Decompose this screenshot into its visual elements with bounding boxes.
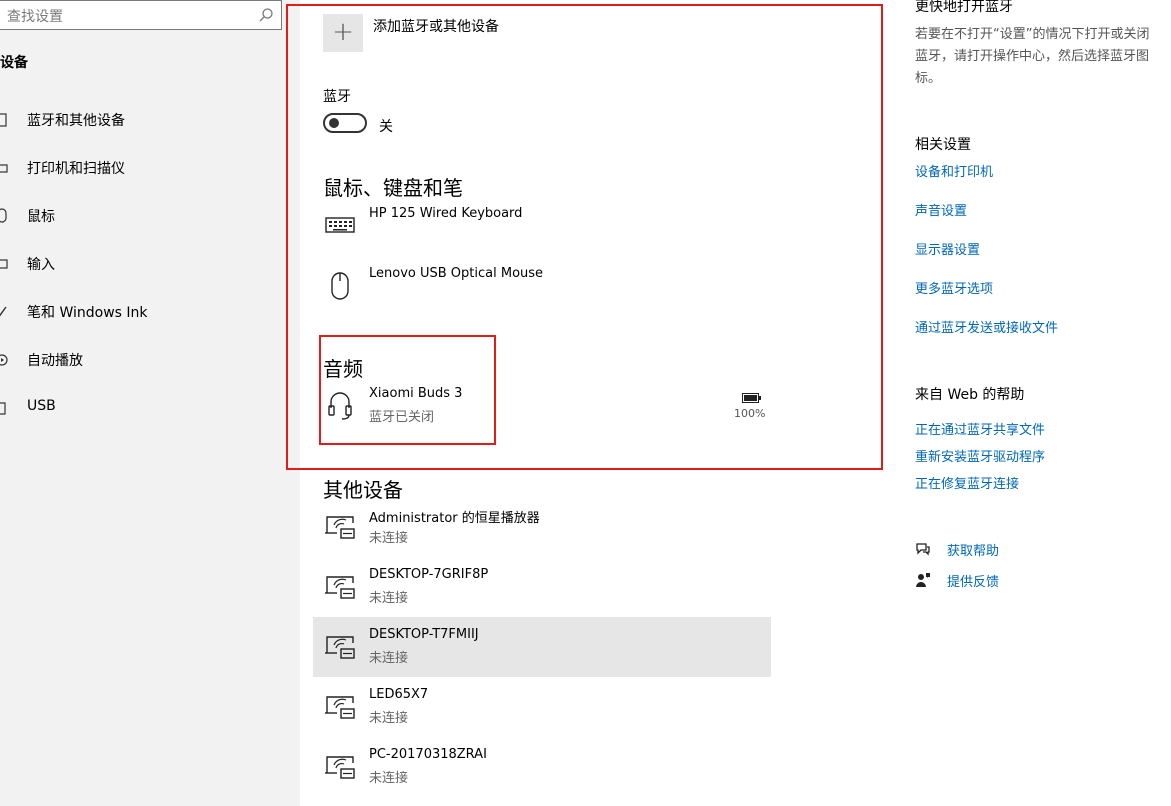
sidebar-item-autoplay[interactable]: 自动播放 <box>0 340 300 380</box>
device-status: 蓝牙已关闭 <box>369 410 435 425</box>
mouse-icon <box>0 208 7 223</box>
media-device-icon <box>324 696 355 719</box>
sidebar-item-label: USB <box>27 398 56 414</box>
device-status: 未连接 <box>369 591 409 606</box>
autoplay-icon <box>0 354 8 366</box>
battery-percent: 100% <box>734 407 766 420</box>
bluetooth-label: 蓝牙 <box>323 89 351 105</box>
device-item[interactable]: Lenovo USB Optical Mouse <box>313 256 771 316</box>
device-item-xiaomi-buds[interactable]: Xiaomi Buds 3 蓝牙已关闭 <box>313 376 771 436</box>
sidebar-item-label: 蓝牙和其他设备 <box>27 113 125 129</box>
device-name: PC-20170318ZRAI <box>369 747 487 762</box>
sidebar-item-label: 自动播放 <box>27 353 83 369</box>
headset-icon <box>328 392 352 420</box>
link-display-settings[interactable]: 显示器设置 <box>915 239 980 258</box>
pen-icon <box>0 306 7 317</box>
battery-icon <box>742 393 761 403</box>
printer-icon <box>0 164 8 173</box>
feedback-icon <box>916 573 930 587</box>
add-device-label[interactable]: 添加蓝牙或其他设备 <box>373 16 499 36</box>
device-item[interactable]: PC-20170318ZRAI 未连接 <box>313 737 771 797</box>
sidebar-item-label: 鼠标 <box>27 209 55 225</box>
help-chat-icon <box>916 543 930 556</box>
device-item[interactable]: HP 125 Wired Keyboard <box>313 196 771 256</box>
link-more-bluetooth[interactable]: 更多蓝牙选项 <box>915 278 993 297</box>
device-name: Administrator 的恒星播放器 <box>369 511 540 526</box>
link-reinstall-driver[interactable]: 重新安装蓝牙驱动程序 <box>915 446 1045 465</box>
search-input[interactable]: 查找设置 <box>7 6 63 26</box>
device-status: 未连接 <box>369 531 409 546</box>
media-device-icon <box>324 756 355 779</box>
link-sharing-files[interactable]: 正在通过蓝牙共享文件 <box>915 419 1045 438</box>
link-send-receive-files[interactable]: 通过蓝牙发送或接收文件 <box>915 317 1058 336</box>
quick-description: 若要在不打开“设置”的情况下打开或关闭蓝牙，请打开操作中心，然后选择蓝牙图标。 <box>915 27 1150 86</box>
get-help-label[interactable]: 获取帮助 <box>947 540 999 559</box>
media-device-icon <box>324 516 355 539</box>
media-device-icon <box>324 576 355 599</box>
sidebar-item-input[interactable]: 输入 <box>0 244 300 284</box>
sidebar-item-label: 输入 <box>27 257 55 273</box>
search-box[interactable]: 查找设置 <box>0 0 282 30</box>
bluetooth-state: 关 <box>379 119 393 135</box>
keyboard-icon <box>0 259 8 269</box>
web-help-heading: 来自 Web 的帮助 <box>915 387 1025 403</box>
sidebar-item-bluetooth[interactable]: 蓝牙和其他设备 <box>0 100 300 140</box>
device-name: Lenovo USB Optical Mouse <box>369 266 544 281</box>
link-fix-connection[interactable]: 正在修复蓝牙连接 <box>915 473 1019 492</box>
device-name: HP 125 Wired Keyboard <box>369 206 523 221</box>
sidebar: 查找设置 设备 蓝牙和其他设备 打印机和扫描仪 鼠标 输入 笔和 Windows… <box>0 0 300 806</box>
link-sound-settings[interactable]: 声音设置 <box>915 200 967 219</box>
device-status: 未连接 <box>369 651 409 666</box>
search-icon[interactable] <box>258 7 274 23</box>
sidebar-item-printers[interactable]: 打印机和扫描仪 <box>0 148 300 188</box>
mouse-icon <box>331 272 349 300</box>
usb-icon <box>0 402 6 415</box>
keyboard-icon <box>325 217 355 233</box>
device-name: Xiaomi Buds 3 <box>369 386 463 401</box>
right-panel: 更快地打开蓝牙 若要在不打开“设置”的情况下打开或关闭蓝牙，请打开操作中心，然后… <box>915 0 1171 806</box>
device-item-selected[interactable]: DESKTOP-T7FMIIJ 未连接 <box>313 617 771 677</box>
device-name: DESKTOP-7GRIF8P <box>369 567 489 582</box>
related-heading: 相关设置 <box>915 137 971 153</box>
sidebar-item-pen[interactable]: 笔和 Windows Ink <box>0 292 300 332</box>
device-name: LED65X7 <box>369 687 429 702</box>
give-feedback-label[interactable]: 提供反馈 <box>947 571 999 590</box>
plus-icon: + <box>332 17 354 47</box>
device-item[interactable]: LED65X7 未连接 <box>313 677 771 737</box>
add-device-button[interactable]: + <box>323 14 363 52</box>
sidebar-item-mouse[interactable]: 鼠标 <box>0 196 300 236</box>
device-name: DESKTOP-T7FMIIJ <box>369 627 479 642</box>
bluetooth-devices-icon <box>0 113 7 127</box>
device-status: 未连接 <box>369 771 409 786</box>
sidebar-title: 设备 <box>0 55 28 71</box>
link-devices-printers[interactable]: 设备和打印机 <box>915 161 993 180</box>
media-device-icon <box>324 636 355 659</box>
device-status: 未连接 <box>369 711 409 726</box>
sidebar-item-label: 打印机和扫描仪 <box>27 161 125 177</box>
main-content: + 添加蓝牙或其他设备 蓝牙 关 鼠标、键盘和笔 HP 125 Wired Ke… <box>286 0 900 806</box>
device-item[interactable]: Administrator 的恒星播放器 未连接 <box>313 497 771 557</box>
sidebar-item-label: 笔和 Windows Ink <box>27 305 148 321</box>
bluetooth-toggle[interactable] <box>323 113 367 133</box>
quick-heading: 更快地打开蓝牙 <box>915 0 1013 15</box>
sidebar-item-usb[interactable]: USB <box>0 388 300 428</box>
device-item[interactable]: DESKTOP-7GRIF8P 未连接 <box>313 557 771 617</box>
